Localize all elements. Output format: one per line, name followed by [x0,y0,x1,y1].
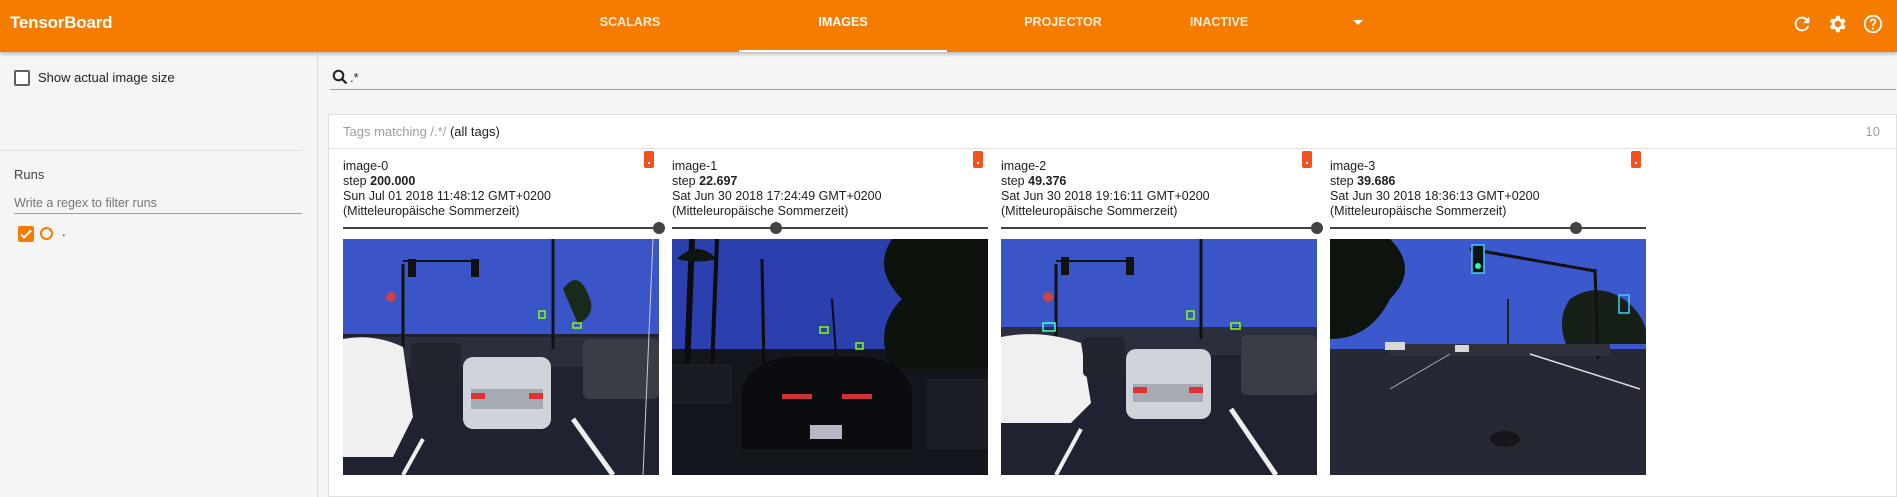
sidebar-divider [0,150,302,151]
slider-handle[interactable] [770,222,783,234]
image-step: step 200.000 [343,174,416,188]
dashcam-image [1001,239,1317,475]
image-tag: image-2 [1001,159,1047,173]
image-tag: image-0 [343,159,389,173]
step-slider[interactable] [343,222,665,234]
image-timezone: (Mitteleuropäische Sommerzeit) [1330,204,1507,218]
tab-inactive[interactable]: Inactive [1169,0,1269,52]
inactive-dropdown-chevron-down-icon[interactable] [1353,20,1363,25]
image-step: step 39.686 [1330,174,1396,188]
tag-group-title: Tags matching /.*/ (all tags) [343,124,500,139]
image-timestamp: Sat Jun 30 2018 19:16:11 GMT+0200 [1001,189,1210,203]
run-color-swatch[interactable] [40,227,53,240]
top-app-bar: TensorBoard Scalars Images Projector Ina… [0,0,1897,52]
image-step: step 22.697 [672,174,738,188]
image-timestamp: Sat Jun 30 2018 17:24:49 GMT+0200 [672,189,882,203]
image-timezone: (Mitteleuropäische Sommerzeit) [1001,204,1178,218]
slider-handle[interactable] [1570,222,1583,234]
tab-scalars[interactable]: Scalars [580,0,680,52]
image-tag: image-3 [1330,159,1376,173]
tag-group-card: Tags matching /.*/ (all tags) 10 image-0… [328,114,1897,497]
tag-filter-input[interactable] [350,66,950,88]
help-icon[interactable] [1862,13,1884,35]
runs-title: Runs [14,167,45,182]
image-timezone: (Mitteleuropäische Sommerzeit) [343,204,520,218]
refresh-icon[interactable] [1791,13,1813,35]
image-timestamp: Sun Jul 01 2018 11:48:12 GMT+0200 [343,189,551,203]
run-color-flag [644,151,654,168]
run-color-flag [1302,151,1312,168]
step-slider[interactable] [672,222,988,234]
step-slider[interactable] [1001,222,1323,234]
settings-icon[interactable] [1826,13,1848,35]
show-actual-size-checkbox[interactable] [14,70,30,86]
tab-projector[interactable]: Projector [1013,0,1113,52]
image-step: step 49.376 [1001,174,1067,188]
step-slider[interactable] [1330,222,1646,234]
dashcam-image [1330,239,1646,475]
app-title: TensorBoard [10,13,113,32]
sidebar: Show actual image size Runs . [0,52,318,497]
tab-images[interactable]: Images [739,0,947,52]
dashcam-image [343,239,659,475]
image-timestamp: Sat Jun 30 2018 18:36:13 GMT+0200 [1330,189,1540,203]
tag-count: 10 [1865,124,1880,139]
run-color-flag [1631,151,1641,168]
dashcam-image [672,239,988,475]
show-actual-size-label[interactable]: Show actual image size [38,70,175,85]
runs-filter-input[interactable] [14,192,302,214]
tag-filter [330,64,1896,90]
run-checkbox[interactable] [18,226,34,242]
search-icon [332,69,348,85]
tag-group-header[interactable]: Tags matching /.*/ (all tags) 10 [329,115,1896,149]
image-tag: image-1 [672,159,718,173]
image-timezone: (Mitteleuropäische Sommerzeit) [672,204,849,218]
slider-handle[interactable] [653,222,665,234]
run-name: . [62,224,66,239]
checkmark-icon [20,229,32,239]
run-color-flag [973,151,983,168]
slider-handle[interactable] [1311,222,1323,234]
